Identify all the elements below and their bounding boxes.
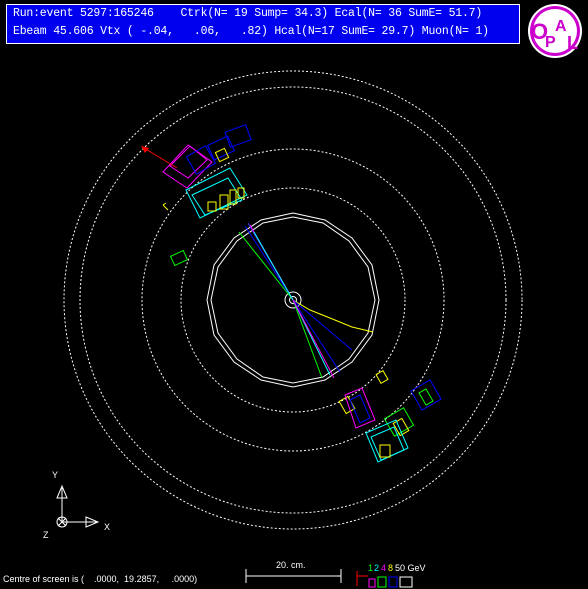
- energy-scale-marks: [356, 571, 413, 588]
- energy-scale-2: 2: [374, 563, 379, 573]
- lower-right-cluster: [338, 369, 442, 463]
- scale-bar-label: 20. cm.: [276, 560, 306, 570]
- screen-centre-readout: Centre of screen is ( .0000, 19.2857, .0…: [3, 574, 198, 584]
- energy-scale-50gev: 50 GeV: [395, 563, 426, 573]
- event-info-header: Run:event 5297:165246 Ctrk(N= 19 Sump= 3…: [6, 4, 520, 44]
- svg-text:A: A: [555, 18, 567, 35]
- svg-text:L: L: [567, 33, 578, 53]
- event-info-line-2: Ebeam 45.606 Vtx ( -.04, .06, .82) Hcal(…: [13, 25, 489, 38]
- axis-x-label: X: [104, 522, 110, 532]
- axis-indicator: [56, 484, 100, 528]
- track-yellow-curve: [292, 299, 374, 333]
- track-blue-3: [292, 299, 341, 373]
- upper-left-cluster: [162, 124, 252, 267]
- svg-text:P: P: [545, 34, 556, 51]
- track-cyan-1: [253, 231, 294, 301]
- energy-scale-1: 1: [368, 563, 373, 573]
- track-green-1: [238, 231, 294, 301]
- muon-arrow: [141, 146, 178, 169]
- axis-z-label: Z: [43, 530, 49, 540]
- energy-scale-8: 8: [388, 563, 393, 573]
- axis-y-label: Y: [52, 470, 58, 480]
- opal-logo-icon: O P A L: [527, 3, 583, 59]
- event-display-canvas: Y X Z 20. cm. 1 2 4 8 50 GeV: [43, 70, 523, 588]
- scale-bar: [245, 569, 342, 583]
- event-info-line-1: Run:event 5297:165246 Ctrk(N= 19 Sump= 3…: [13, 7, 483, 20]
- track-blue-1: [244, 225, 294, 301]
- energy-scale-4: 4: [381, 563, 386, 573]
